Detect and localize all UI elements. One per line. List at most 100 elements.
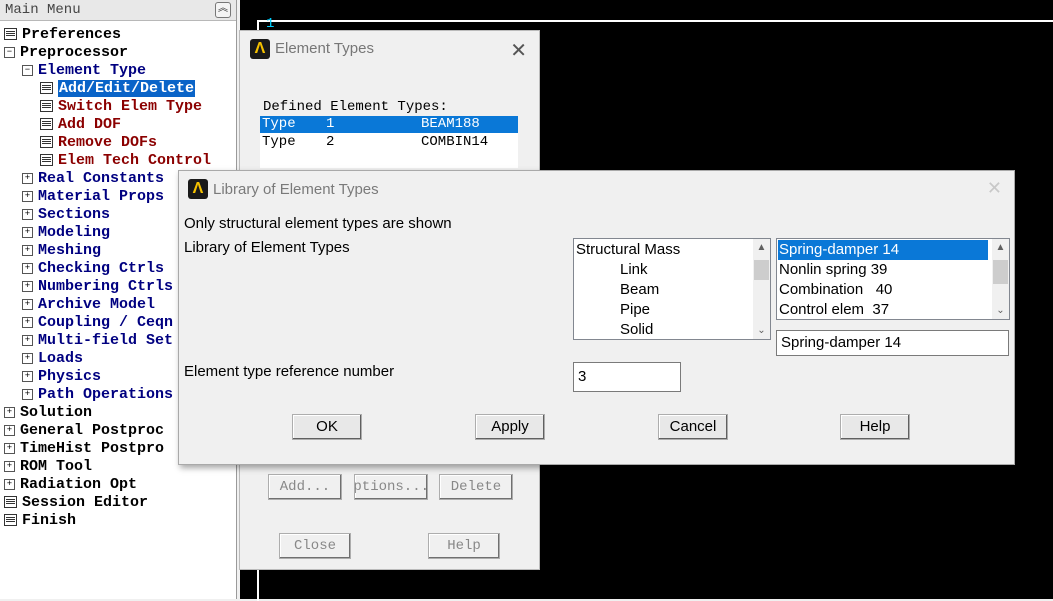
- menu-item-label: General Postproc: [20, 422, 165, 439]
- menu-item-material-props[interactable]: + Material Props: [22, 188, 164, 206]
- menu-item-elem-tech-control[interactable]: Elem Tech Control: [40, 152, 211, 170]
- apply-button[interactable]: Apply: [475, 414, 545, 440]
- defined-element-types-list[interactable]: Type 1 BEAM188 Type 2 COMBIN14: [260, 116, 518, 168]
- menu-item-label: Add DOF: [58, 116, 122, 133]
- element-type-list[interactable]: Spring-damper 14 Nonlin spring 39 Combin…: [776, 238, 1010, 320]
- menu-item-remove-dofs[interactable]: Remove DOFs: [40, 134, 157, 152]
- element-types-title: Element Types: [275, 40, 374, 57]
- close-button[interactable]: Close: [279, 533, 351, 559]
- type-number-cell: 2: [326, 134, 335, 150]
- expand-icon[interactable]: +: [22, 316, 33, 328]
- list-item[interactable]: Structural Mass: [576, 240, 680, 260]
- list-item[interactable]: Solid: [620, 320, 653, 339]
- ref-number-input[interactable]: 3: [573, 362, 681, 392]
- menu-item-coupling-ceqn[interactable]: + Coupling / Ceqn: [22, 314, 173, 332]
- menu-item-sections[interactable]: + Sections: [22, 206, 110, 224]
- menu-item-general-postproc[interactable]: + General Postproc: [4, 422, 164, 440]
- category-scrollbar[interactable]: ▲ ⌄: [753, 239, 770, 339]
- menu-item-solution[interactable]: + Solution: [4, 404, 92, 422]
- expand-icon[interactable]: +: [4, 406, 15, 418]
- menu-item-add-dof[interactable]: Add DOF: [40, 116, 121, 134]
- main-menu-title-text: Main Menu: [5, 2, 81, 18]
- menu-item-path-operations[interactable]: + Path Operations: [22, 386, 173, 404]
- ansys-logo-icon: Λ: [250, 39, 270, 59]
- scroll-up-icon[interactable]: ▲: [753, 239, 770, 256]
- expand-icon[interactable]: +: [22, 190, 33, 202]
- help-button[interactable]: Help: [428, 533, 500, 559]
- element-type-row[interactable]: Type 2 COMBIN14: [260, 134, 518, 151]
- element-list-scrollbar[interactable]: ▲ ⌄: [992, 239, 1009, 319]
- expand-icon[interactable]: +: [22, 226, 33, 238]
- menu-item-label: Solution: [20, 404, 93, 421]
- expand-icon[interactable]: +: [4, 460, 15, 472]
- menu-item-preprocessor[interactable]: − Preprocessor: [4, 44, 128, 62]
- menu-item-preferences[interactable]: Preferences: [4, 26, 121, 44]
- scroll-up-icon[interactable]: ▲: [992, 239, 1009, 256]
- menu-item-meshing[interactable]: + Meshing: [22, 242, 101, 260]
- menu-item-label: Meshing: [38, 242, 102, 259]
- type-number-cell: 1: [326, 116, 335, 132]
- menu-item-finish[interactable]: Finish: [4, 512, 76, 530]
- menu-item-switch-elem-type[interactable]: Switch Elem Type: [40, 98, 202, 116]
- menu-item-radiation-opt[interactable]: + Radiation Opt: [4, 476, 137, 494]
- close-icon[interactable]: ✕: [510, 38, 527, 63]
- menu-item-session-editor[interactable]: Session Editor: [4, 494, 148, 512]
- list-item[interactable]: Link: [620, 260, 648, 280]
- menu-item-real-constants[interactable]: + Real Constants: [22, 170, 164, 188]
- menu-item-archive-model[interactable]: + Archive Model: [22, 296, 155, 314]
- list-item[interactable]: Spring-damper 14: [778, 240, 988, 260]
- expand-icon[interactable]: +: [22, 208, 33, 220]
- menu-item-element-type[interactable]: − Element Type: [22, 62, 146, 80]
- menu-item-label: TimeHist Postpro: [20, 440, 165, 457]
- list-item[interactable]: Beam: [620, 280, 659, 300]
- expand-icon[interactable]: +: [4, 424, 15, 436]
- scroll-thumb[interactable]: [754, 260, 769, 280]
- expand-icon[interactable]: +: [4, 478, 15, 490]
- scroll-down-icon[interactable]: ⌄: [753, 322, 770, 339]
- menu-item-modeling[interactable]: + Modeling: [22, 224, 110, 242]
- selected-element-field[interactable]: Spring-damper 14: [776, 330, 1009, 356]
- collapse-icon[interactable]: −: [22, 64, 33, 76]
- expand-icon[interactable]: +: [22, 244, 33, 256]
- menu-item-label: Modeling: [38, 224, 111, 241]
- ok-button[interactable]: OK: [292, 414, 362, 440]
- menu-item-checking-ctrls[interactable]: + Checking Ctrls: [22, 260, 164, 278]
- expand-icon[interactable]: +: [22, 334, 33, 346]
- menu-item-label: Path Operations: [38, 386, 174, 403]
- expand-icon[interactable]: +: [22, 280, 33, 292]
- library-dialog-title: Library of Element Types: [213, 181, 379, 198]
- type-cell: Type: [262, 134, 296, 150]
- expand-icon[interactable]: +: [22, 370, 33, 382]
- expand-icon[interactable]: +: [22, 388, 33, 400]
- expand-icon[interactable]: +: [22, 262, 33, 274]
- expand-icon[interactable]: +: [22, 298, 33, 310]
- expand-icon[interactable]: +: [4, 442, 15, 454]
- menu-item-timehist-postpro[interactable]: + TimeHist Postpro: [4, 440, 164, 458]
- menu-item-label: Multi-field Set Up: [38, 332, 201, 349]
- element-type-row[interactable]: Type 1 BEAM188: [260, 116, 518, 133]
- menu-item-physics[interactable]: + Physics: [22, 368, 101, 386]
- scroll-thumb[interactable]: [993, 260, 1008, 284]
- list-item[interactable]: Pipe: [620, 300, 650, 320]
- list-item[interactable]: Combination 40: [779, 280, 892, 300]
- menu-item-add-edit-delete[interactable]: Add/Edit/Delete: [40, 80, 196, 98]
- element-category-list[interactable]: Structural Mass Link Beam Pipe Solid ▲ ⌄: [573, 238, 771, 340]
- menu-leaf-icon: [40, 118, 53, 131]
- expand-icon[interactable]: +: [22, 352, 33, 364]
- menu-item-rom-tool[interactable]: + ROM Tool: [4, 458, 92, 476]
- help-button[interactable]: Help: [840, 414, 910, 440]
- add-button[interactable]: Add...: [268, 474, 342, 500]
- cancel-button[interactable]: Cancel: [658, 414, 728, 440]
- delete-button[interactable]: Delete: [439, 474, 513, 500]
- list-item[interactable]: Nonlin spring 39: [779, 260, 887, 280]
- collapse-menu-icon[interactable]: ︽: [215, 2, 231, 18]
- collapse-icon[interactable]: −: [4, 46, 15, 58]
- menu-item-multi-field-setup[interactable]: + Multi-field Set Up: [22, 332, 200, 350]
- options-button[interactable]: Options...: [354, 474, 428, 500]
- expand-icon[interactable]: +: [22, 172, 33, 184]
- list-item[interactable]: Control elem 37: [779, 300, 889, 319]
- menu-item-numbering-ctrls[interactable]: + Numbering Ctrls: [22, 278, 173, 296]
- menu-item-loads[interactable]: + Loads: [22, 350, 83, 368]
- close-icon[interactable]: ✕: [987, 178, 1002, 199]
- scroll-down-icon[interactable]: ⌄: [992, 302, 1009, 319]
